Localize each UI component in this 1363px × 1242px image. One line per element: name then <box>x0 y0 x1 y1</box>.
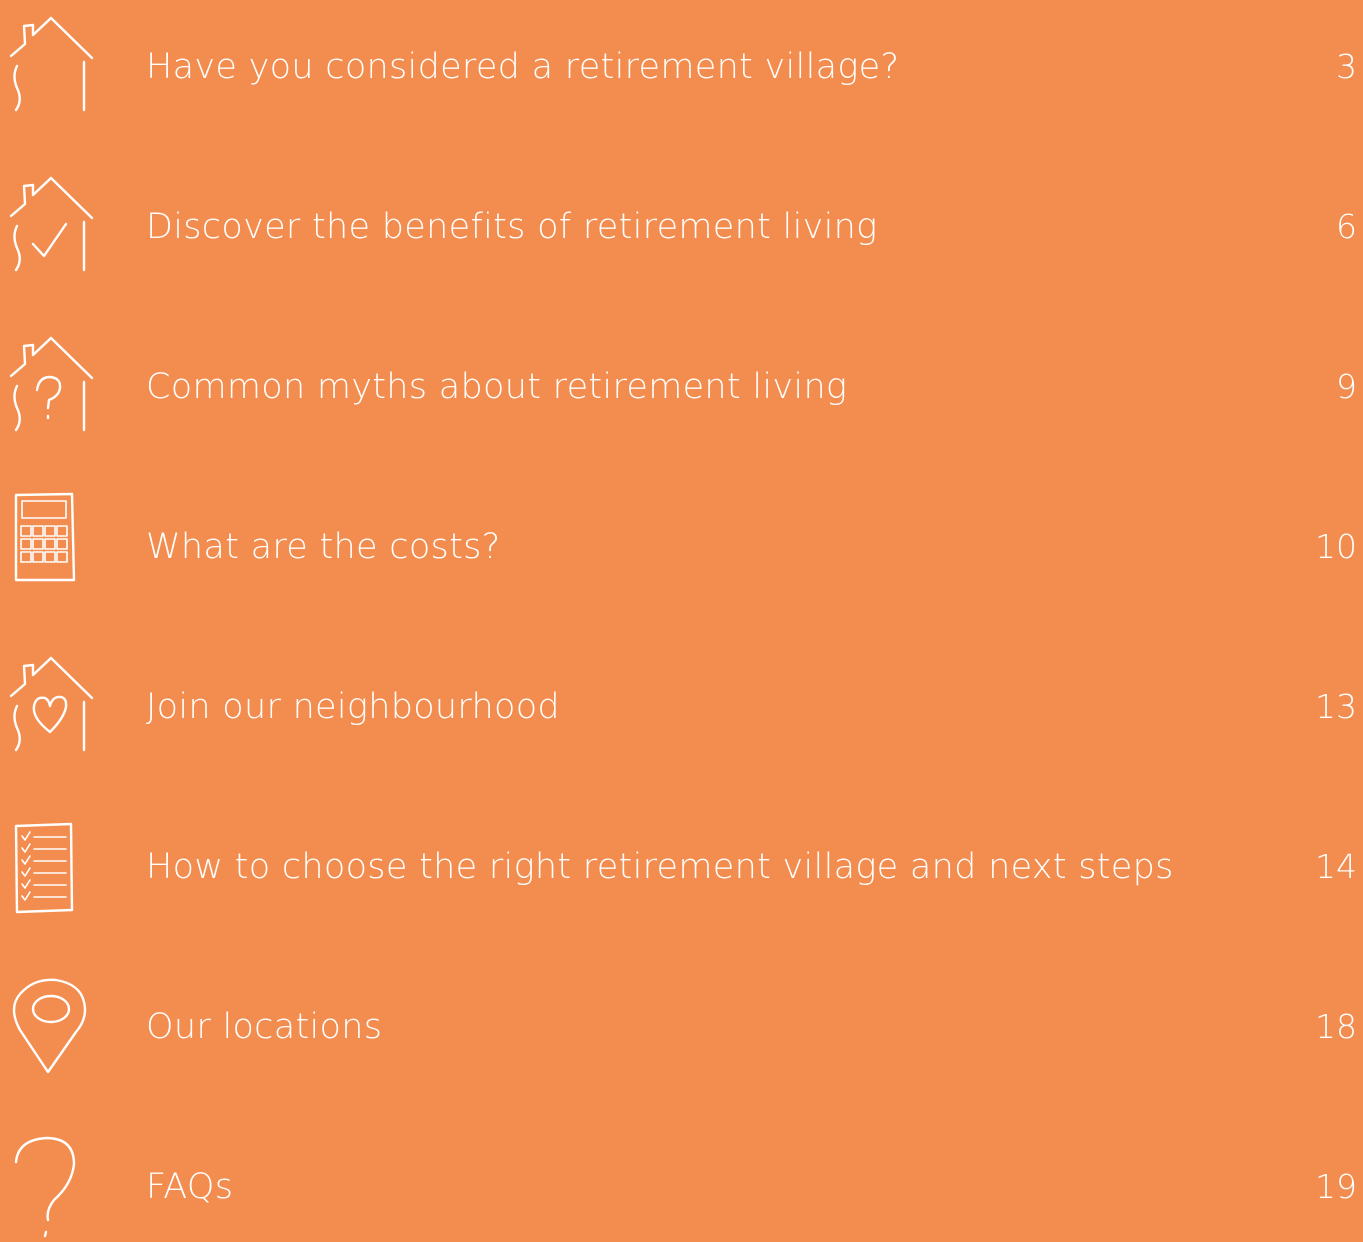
toc-item-page-number: 14 <box>1315 847 1357 886</box>
toc-item-title: Join our neighbourhood <box>146 687 560 727</box>
toc-item-page-number: 18 <box>1315 1007 1357 1046</box>
house-icon <box>4 12 94 122</box>
toc-item-title: How to choose the right retirement villa… <box>146 847 1174 887</box>
house-heart-icon <box>4 652 94 762</box>
house-question-icon <box>4 332 94 442</box>
checklist-icon <box>4 812 94 922</box>
toc-item-costs[interactable]: What are the costs? 10 <box>0 492 1363 602</box>
toc-item-benefits[interactable]: Discover the benefits of retirement livi… <box>0 172 1363 282</box>
toc-item-page-number: 13 <box>1315 687 1357 726</box>
toc-item-title: What are the costs? <box>146 527 501 567</box>
toc-item-myths[interactable]: Common myths about retirement living 9 <box>0 332 1363 442</box>
toc-item-locations[interactable]: Our locations 18 <box>0 972 1363 1082</box>
house-checkmark-icon <box>4 172 94 282</box>
toc-item-title: Our locations <box>146 1007 383 1047</box>
table-of-contents: Have you considered a retirement village… <box>0 0 1363 1238</box>
toc-item-title: Discover the benefits of retirement livi… <box>146 207 878 247</box>
location-pin-icon <box>4 972 94 1082</box>
toc-item-page-number: 3 <box>1336 47 1357 86</box>
toc-item-page-number: 9 <box>1336 367 1357 406</box>
toc-item-title: Common myths about retirement living <box>146 367 848 407</box>
toc-item-choose-village[interactable]: How to choose the right retirement villa… <box>0 812 1363 922</box>
toc-item-page-number: 10 <box>1315 527 1357 566</box>
toc-item-page-number: 6 <box>1336 207 1357 246</box>
toc-item-neighbourhood[interactable]: Join our neighbourhood 13 <box>0 652 1363 762</box>
calculator-icon <box>4 492 94 602</box>
toc-item-retirement-village[interactable]: Have you considered a retirement village… <box>0 12 1363 122</box>
toc-item-title: Have you considered a retirement village… <box>146 47 900 87</box>
